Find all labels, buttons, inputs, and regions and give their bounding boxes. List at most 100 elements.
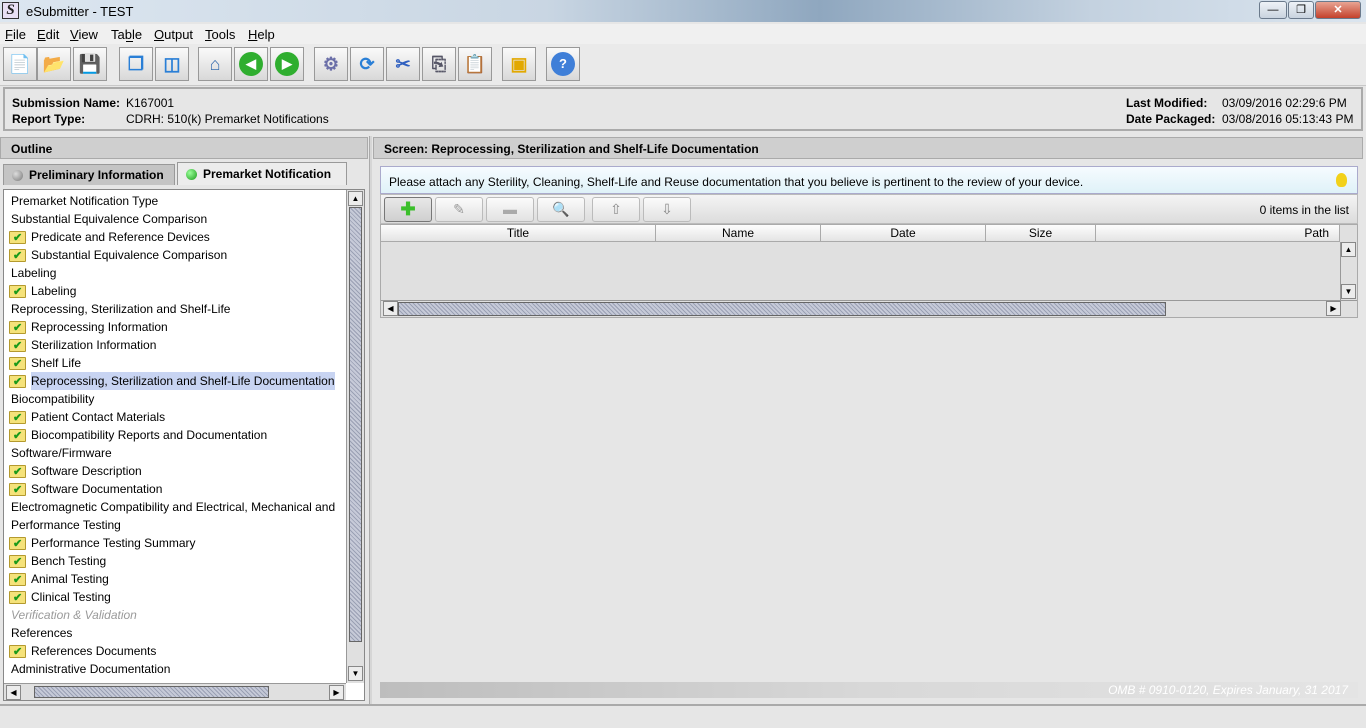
menu-table[interactable]: Table (111, 27, 142, 42)
forward-icon: ▶ (275, 52, 299, 76)
scroll-left-icon[interactable]: ◀ (383, 301, 398, 316)
outline-item[interactable]: Software Documentation (9, 480, 162, 499)
minimize-button[interactable]: — (1259, 1, 1287, 19)
cut-button[interactable]: ✂ (386, 47, 420, 81)
outline-item[interactable]: Substantial Equivalence Comparison (11, 210, 207, 228)
folder-check-icon (9, 427, 26, 445)
outline-item[interactable]: Performance Testing (11, 516, 121, 534)
scroll-thumb[interactable] (349, 207, 362, 642)
outline-item[interactable]: Animal Testing (9, 570, 109, 589)
outline-item[interactable]: Reprocessing, Sterilization and Shelf-Li… (11, 300, 230, 318)
scroll-up-icon[interactable]: ▲ (1341, 242, 1356, 257)
outline-item[interactable]: Shelf Life (9, 354, 81, 373)
save-button[interactable]: 💾 (73, 47, 107, 81)
maximize-button[interactable]: ❐ (1288, 1, 1314, 19)
remove-button[interactable]: ▬ (486, 197, 534, 222)
menu-file[interactable]: File (5, 27, 26, 42)
lightbulb-icon[interactable] (1336, 173, 1347, 187)
column-header-name[interactable]: Name (656, 225, 821, 242)
back-button[interactable]: ◀ (234, 47, 268, 81)
folder-check-icon (9, 481, 26, 499)
outline-item[interactable]: Reprocessing Information (9, 318, 168, 337)
scroll-down-icon[interactable]: ▼ (348, 666, 363, 681)
copy-button[interactable]: ⎘ (422, 47, 456, 81)
settings-run-button[interactable]: ⚙ (314, 47, 348, 81)
outline-item[interactable]: References (11, 624, 72, 642)
outline-item[interactable]: Performance Testing Summary (9, 534, 196, 553)
outline-item[interactable]: Labeling (11, 264, 56, 282)
outline-item[interactable]: Predicate and Reference Devices (9, 228, 210, 247)
split-view-button[interactable]: ◫ (155, 47, 189, 81)
outline-header: Outline (0, 137, 368, 159)
open-folder-button[interactable]: 📂 (37, 47, 71, 81)
outline-item[interactable]: Sterilization Information (9, 336, 156, 355)
move-down-button[interactable]: ⇩ (643, 197, 691, 222)
paste-button[interactable]: 📋 (458, 47, 492, 81)
scroll-right-icon[interactable]: ▶ (329, 685, 344, 700)
tree-vertical-scrollbar[interactable]: ▲ ▼ (346, 190, 364, 683)
outline-item[interactable]: Administrative Documentation (11, 660, 170, 678)
cut-icon: ✂ (395, 53, 411, 74)
instruction-text: Please attach any Sterility, Cleaning, S… (389, 175, 1084, 189)
outline-item-label: Labeling (31, 284, 77, 298)
scroll-right-icon[interactable]: ▶ (1326, 301, 1341, 316)
package-icon: ▣ (510, 53, 528, 74)
folder-check-icon (9, 319, 26, 337)
outline-item[interactable]: Software/Firmware (11, 444, 112, 462)
status-bar (0, 704, 1366, 728)
outline-item[interactable]: Reprocessing, Sterilization and Shelf-Li… (9, 372, 335, 391)
scroll-left-icon[interactable]: ◀ (6, 685, 21, 700)
tree-horizontal-scrollbar[interactable]: ◀ ▶ (4, 683, 346, 700)
scroll-thumb[interactable] (398, 302, 1166, 316)
cascade-windows-button[interactable]: ❐ (119, 47, 153, 81)
column-header-size[interactable]: Size (986, 225, 1096, 242)
folder-check-icon (9, 373, 26, 391)
tab-preliminary-information[interactable]: Preliminary Information (3, 164, 175, 185)
tab-premarket-notification[interactable]: Premarket Notification (177, 162, 347, 185)
refresh-button[interactable]: ⟳ (350, 47, 384, 81)
scroll-down-icon[interactable]: ▼ (1341, 284, 1356, 299)
split-divider[interactable] (369, 136, 372, 704)
menu-help[interactable]: Help (248, 27, 275, 42)
edit-button[interactable]: ✎ (435, 197, 483, 222)
menu-tools[interactable]: Tools (205, 27, 235, 42)
outline-item-label: Reprocessing, Sterilization and Shelf-Li… (11, 302, 231, 316)
add-button[interactable]: ✚ (384, 197, 432, 222)
outline-item[interactable]: Electromagnetic Compatibility and Electr… (11, 498, 335, 516)
outline-item[interactable]: Patient Contact Materials (9, 408, 165, 427)
open-folder-icon: 📂 (42, 53, 66, 74)
outline-item[interactable]: Labeling (9, 282, 77, 301)
column-header-path[interactable]: Path (1096, 225, 1340, 242)
outline-item[interactable]: Bench Testing (9, 552, 107, 571)
package-button[interactable]: ▣ (502, 47, 536, 81)
outline-item[interactable]: Biocompatibility Reports and Documentati… (9, 426, 267, 445)
help-button[interactable]: ? (546, 47, 580, 81)
scroll-up-icon[interactable]: ▲ (348, 191, 363, 206)
view-button[interactable]: 🔍 (537, 197, 585, 222)
outline-item[interactable]: Software Description (9, 462, 142, 481)
outline-item-label: Software Description (31, 464, 142, 478)
new-document-button[interactable]: 📄 (3, 47, 37, 81)
cascade-windows-icon: ❐ (127, 53, 145, 74)
move-up-button[interactable]: ⇧ (592, 197, 640, 222)
scroll-thumb[interactable] (34, 686, 269, 698)
outline-item[interactable]: References Documents (9, 642, 156, 661)
outline-item-label: Clinical Testing (31, 590, 111, 604)
column-header-date[interactable]: Date (821, 225, 986, 242)
outline-item-label: Bench Testing (31, 554, 107, 568)
menu-view[interactable]: View (70, 27, 98, 42)
outline-item[interactable]: Premarket Notification Type (11, 192, 158, 210)
outline-item[interactable]: Substantial Equivalence Comparison (9, 246, 227, 265)
menu-output[interactable]: Output (154, 27, 193, 42)
table-vertical-scrollbar[interactable]: ▲ ▼ (1340, 242, 1357, 300)
outline-item-label: Performance Testing Summary (31, 536, 196, 550)
close-button[interactable]: ✕ (1315, 1, 1361, 19)
home-button[interactable]: ⌂ (198, 47, 232, 81)
forward-button[interactable]: ▶ (270, 47, 304, 81)
omb-notice: OMB # 0910-0120, Expires January, 31 201… (380, 682, 1358, 698)
column-header-title[interactable]: Title (381, 225, 656, 242)
outline-item[interactable]: Clinical Testing (9, 588, 111, 607)
menu-edit[interactable]: Edit (37, 27, 59, 42)
table-horizontal-scrollbar[interactable]: ◀ ▶ (381, 300, 1357, 317)
outline-item[interactable]: Biocompatibility (11, 390, 94, 408)
